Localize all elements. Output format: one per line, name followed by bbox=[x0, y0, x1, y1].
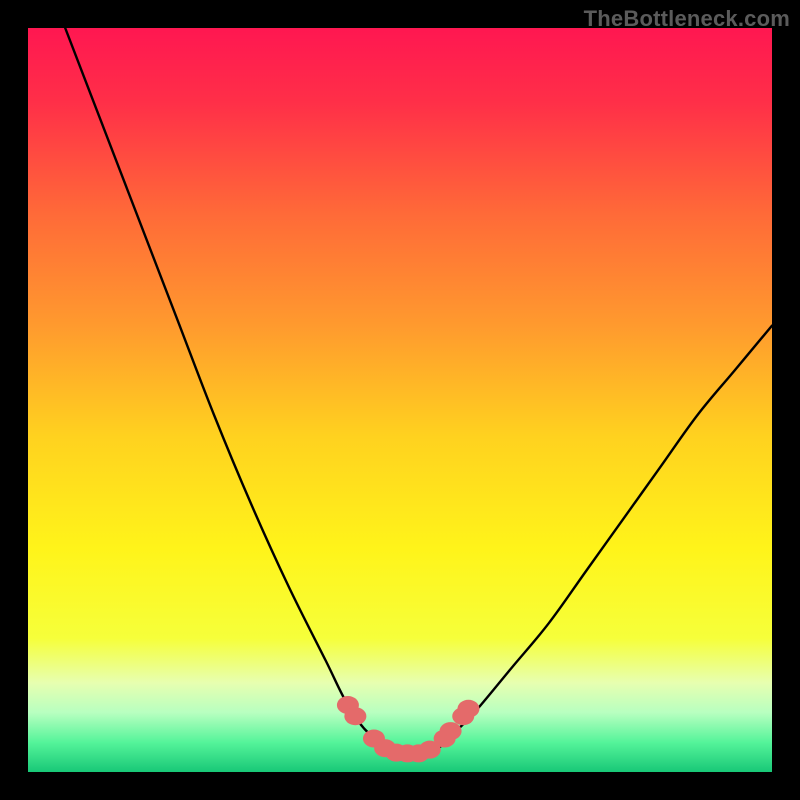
plot-area bbox=[28, 28, 772, 772]
chart-frame: TheBottleneck.com bbox=[0, 0, 800, 800]
bottleneck-curve bbox=[28, 28, 772, 772]
watermark-text: TheBottleneck.com bbox=[584, 6, 790, 32]
curve-marker bbox=[457, 700, 479, 718]
curve-marker bbox=[440, 722, 462, 740]
curve-marker bbox=[344, 707, 366, 725]
